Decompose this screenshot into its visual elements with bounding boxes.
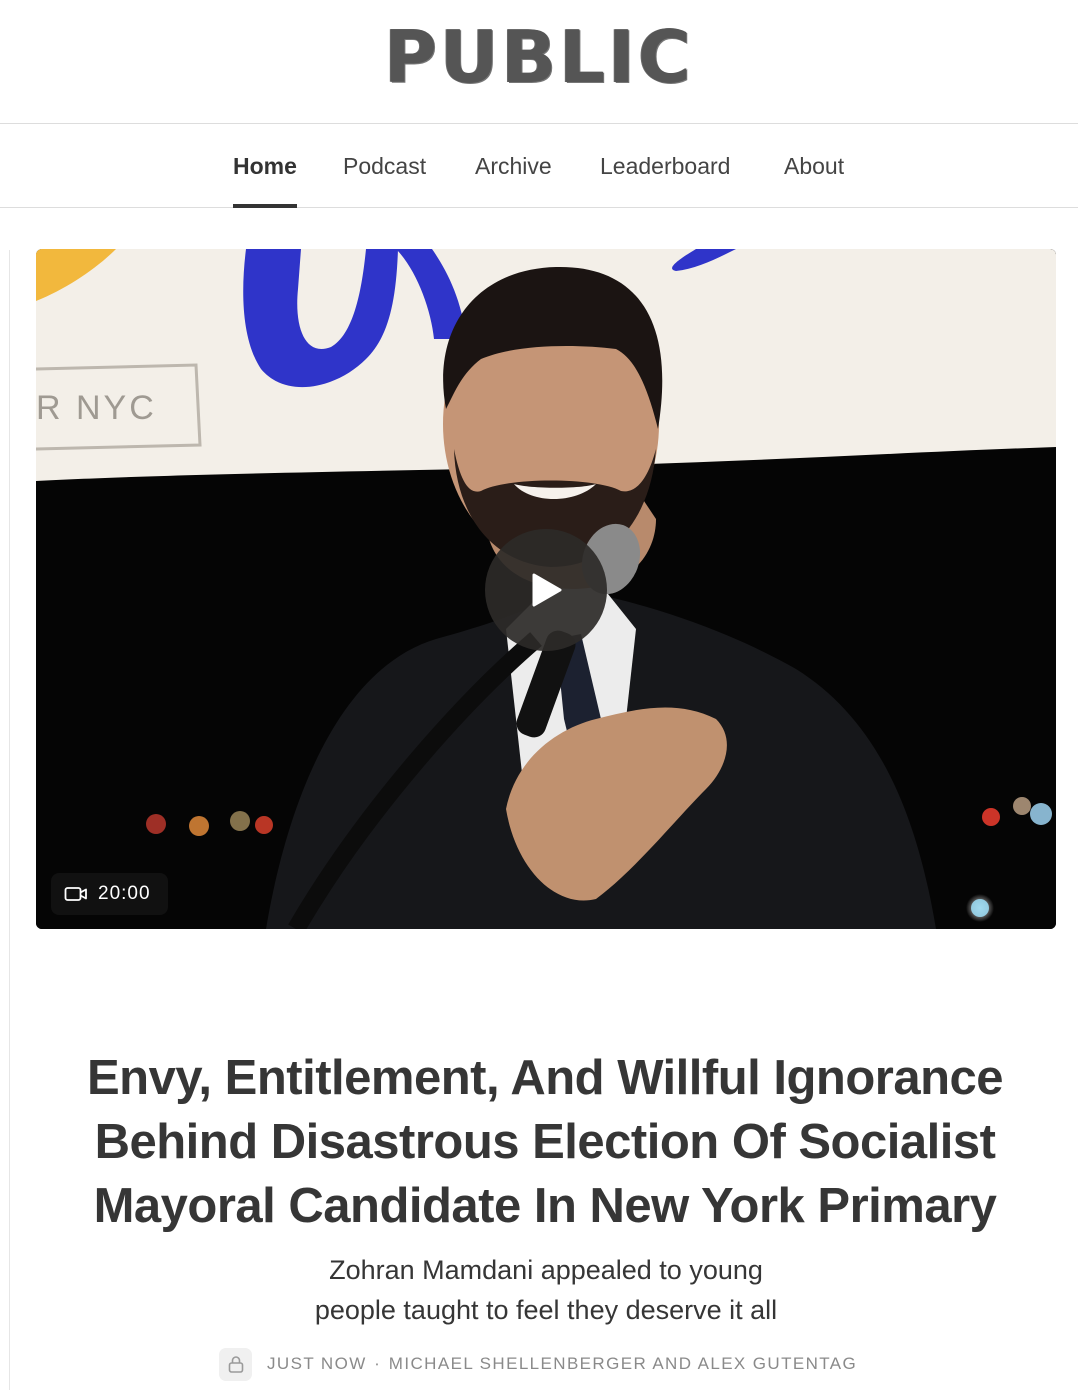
video-duration-badge: 20:00 [51,873,168,915]
post-authors[interactable]: MICHAEL SHELLENBERGER AND ALEX GUTENTAG [389,1354,857,1374]
post-subtitle: Zohran Mamdani appealed to young people … [240,1250,852,1330]
nav-item-label: Archive [475,153,552,179]
post-meta: JUST NOW ∙ MICHAEL SHELLENBERGER AND ALE… [219,1347,857,1381]
play-button[interactable] [485,529,607,651]
nav-item-label: Podcast [343,153,427,179]
left-divider [9,250,10,1390]
nav-item-leaderboard[interactable]: Leaderboard [600,125,730,208]
lock-icon [228,1356,243,1373]
nav-item-home[interactable]: Home [233,125,297,208]
video-camera-icon [64,887,87,901]
nav-item-label: About [784,153,845,179]
main-nav: Home Podcast Archive Leaderboard About [0,125,1078,208]
nav-item-about[interactable]: About [784,125,844,208]
site-logo[interactable]: PUBLIC [384,15,694,99]
nav-item-label: Home [233,153,297,179]
site-header: PUBLIC [0,0,1078,124]
subtitle-line: Zohran Mamdani appealed to young [329,1255,763,1285]
nav-item-podcast[interactable]: Podcast [343,125,426,208]
subtitle-line: people taught to feel they deserve it al… [314,1295,778,1325]
paywall-badge [219,1347,252,1381]
meta-separator: ∙ [374,1354,381,1373]
video-duration: 20:00 [98,883,151,904]
post-title[interactable]: Envy, Entitlement, And Willful Ignorance… [40,1046,1050,1238]
nav-item-label: Leaderboard [600,153,731,179]
banner-text: R NYC [36,389,157,427]
post-date: JUST NOW [267,1354,367,1373]
active-tab-indicator [233,204,297,208]
play-icon [532,573,562,607]
nav-item-archive[interactable]: Archive [475,125,552,208]
